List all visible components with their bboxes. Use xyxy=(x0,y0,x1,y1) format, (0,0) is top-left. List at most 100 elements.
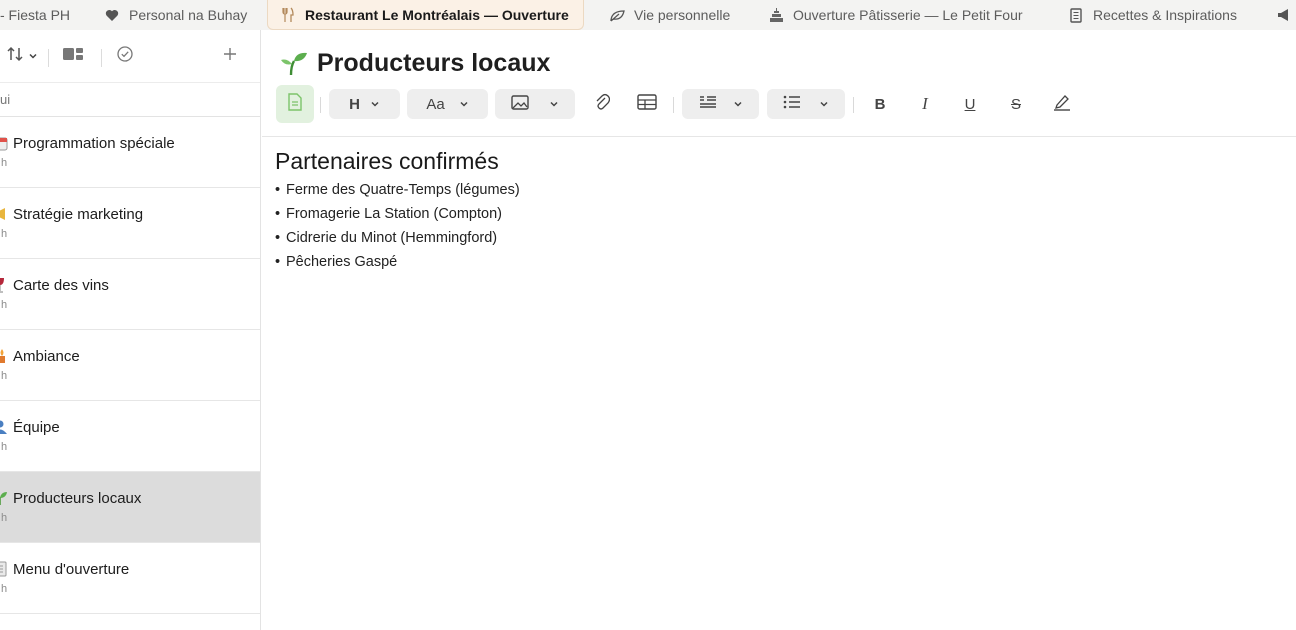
strikethrough-label: S xyxy=(1010,95,1021,113)
note-meta: h xyxy=(1,299,8,311)
chevron-down-icon xyxy=(550,101,558,107)
note-meta: h xyxy=(1,370,8,382)
toolbar-divider xyxy=(48,49,49,67)
note-list-item[interactable]: Menu d'ouverture h xyxy=(0,543,260,614)
note-body[interactable]: Partenaires confirmés • Ferme des Quatre… xyxy=(275,148,520,276)
toolbar-divider xyxy=(101,49,102,67)
list-style-dropdown[interactable] xyxy=(767,89,845,119)
list-item-text: Fromagerie La Station (Compton) xyxy=(286,206,502,222)
italic-button[interactable]: I xyxy=(911,89,939,119)
tab-label: Vie personnelle xyxy=(634,7,731,23)
section-heading: Partenaires confirmés xyxy=(275,148,499,174)
note-title: Producteurs locaux xyxy=(13,490,142,507)
underline-label: U xyxy=(964,95,976,113)
list-item: • Cidrerie du Minot (Hemmingford) xyxy=(275,228,520,252)
document-style-button[interactable] xyxy=(276,85,314,123)
bullet-dot: • xyxy=(275,206,281,222)
note-list-item[interactable]: Stratégie marketing h xyxy=(0,188,260,259)
tab-vie-personnelle[interactable]: Vie personnelle xyxy=(609,0,730,30)
sidebar-toolbar xyxy=(0,30,260,83)
image-icon xyxy=(511,94,529,114)
toolbar-divider xyxy=(320,97,321,113)
bold-button[interactable]: B xyxy=(866,89,894,119)
highlighter-icon xyxy=(1053,93,1071,115)
list-item-text: Pêcheries Gaspé xyxy=(286,254,398,270)
insert-image-dropdown[interactable] xyxy=(495,89,575,119)
tab-personal-na-buhay[interactable]: Personal na Buhay xyxy=(104,0,247,30)
note-editor: Producteurs locaux H Aa B I U S Partenai… xyxy=(262,30,1296,630)
note-list-item-selected[interactable]: Producteurs locaux h xyxy=(0,472,260,543)
tab-label: Restaurant Le Montréalais — Ouverture xyxy=(305,6,569,23)
note-meta: h xyxy=(1,512,8,524)
note-list-item[interactable]: Carte des vins h xyxy=(0,259,260,330)
quote-style-dropdown[interactable] xyxy=(682,89,759,119)
fork-knife-icon xyxy=(280,7,296,23)
table-icon xyxy=(637,94,657,114)
tasks-button[interactable] xyxy=(116,30,134,83)
note-title: Carte des vins xyxy=(13,277,109,294)
note-title: Menu d'ouverture xyxy=(13,561,130,578)
bullet-dot: • xyxy=(275,182,281,198)
note-title-text: Producteurs locaux xyxy=(317,48,551,77)
tab-ouverture-patisserie[interactable]: Ouverture Pâtisserie — Le Petit Four xyxy=(768,0,1023,30)
heading-dropdown[interactable]: H xyxy=(329,89,400,119)
note-meta: h xyxy=(1,157,8,169)
wine-icon xyxy=(0,277,8,293)
sprout-icon xyxy=(0,490,8,506)
tab-recettes-inspirations[interactable]: Recettes & Inspirations xyxy=(1068,0,1237,30)
list-item: • Fromagerie La Station (Compton) xyxy=(275,204,520,228)
bullet-dot: • xyxy=(275,230,281,246)
note-title: Ambiance xyxy=(13,348,80,365)
bulleted-list-icon xyxy=(783,95,801,113)
tab-restaurant-le-montrealais[interactable]: Restaurant Le Montréalais — Ouverture xyxy=(267,0,584,30)
bullet-dot: • xyxy=(275,254,281,270)
add-note-button[interactable] xyxy=(222,30,238,83)
document-icon xyxy=(287,93,303,115)
tab-label: Recettes & Inspirations xyxy=(1093,7,1237,23)
tab-overflow-megaphone[interactable] xyxy=(1276,0,1296,30)
note-meta: h xyxy=(1,441,8,453)
calendar-icon xyxy=(0,135,8,151)
sidebar-search-field[interactable]: ui xyxy=(0,83,260,117)
heart-icon xyxy=(104,7,120,23)
attach-button[interactable] xyxy=(588,89,616,119)
menu-icon xyxy=(0,561,8,577)
font-dropdown[interactable]: Aa xyxy=(407,89,488,119)
insert-table-button[interactable] xyxy=(633,89,661,119)
notes-sidebar: ui Programmation spéciale h Stratégie ma… xyxy=(0,30,261,630)
tab-bar: - Fiesta PH Personal na Buhay Restaurant… xyxy=(0,0,1296,30)
tab-fiesta-ph[interactable]: - Fiesta PH xyxy=(0,0,70,30)
note-title: Stratégie marketing xyxy=(13,206,144,223)
note-list-item[interactable]: Ambiance h xyxy=(0,330,260,401)
megaphone-icon xyxy=(0,206,8,222)
gallery-view-icon xyxy=(62,46,84,67)
strikethrough-button[interactable]: S xyxy=(1002,89,1030,119)
view-mode-button[interactable] xyxy=(62,30,84,83)
list-item-text: Cidrerie du Minot (Hemmingford) xyxy=(286,230,498,246)
bold-label: B xyxy=(874,95,886,113)
tab-label: - Fiesta PH xyxy=(0,7,71,23)
list-item-text: Ferme des Quatre-Temps (légumes) xyxy=(286,182,520,198)
note-list-item[interactable]: Équipe h xyxy=(0,401,260,472)
leaf-icon xyxy=(609,7,625,23)
underline-button[interactable]: U xyxy=(956,89,984,119)
list-item: • Pêcheries Gaspé xyxy=(275,252,520,276)
formatting-toolbar: H Aa B I U S xyxy=(262,85,1296,137)
chevron-down-icon xyxy=(733,101,742,107)
notebook-icon xyxy=(1068,7,1084,23)
megaphone-icon xyxy=(1276,7,1292,23)
note-meta: h xyxy=(1,583,8,595)
note-title-heading[interactable]: Producteurs locaux xyxy=(279,48,550,78)
note-title: Équipe xyxy=(13,419,60,436)
list-item: • Ferme des Quatre-Temps (légumes) xyxy=(275,180,520,204)
sort-button[interactable] xyxy=(6,30,38,83)
highlight-button[interactable] xyxy=(1048,89,1076,119)
note-meta: h xyxy=(1,228,8,240)
cake-icon xyxy=(768,7,784,23)
note-list-item[interactable]: Programmation spéciale h xyxy=(0,117,260,188)
plus-icon xyxy=(222,46,238,67)
tab-label: Personal na Buhay xyxy=(129,7,248,23)
chevron-down-icon xyxy=(371,101,379,107)
italic-label: I xyxy=(922,94,928,113)
note-title: Programmation spéciale xyxy=(13,135,175,152)
